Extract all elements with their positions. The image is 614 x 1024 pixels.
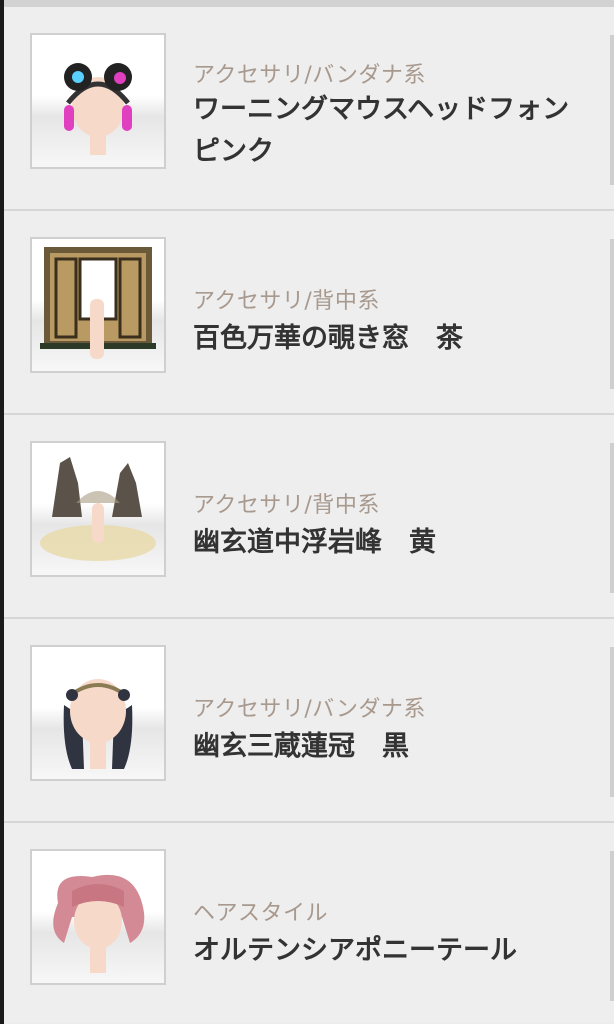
item-category: アクセサリ/バンダナ系 (193, 697, 426, 722)
item-name: 幽玄三蔵蓮冠 黒 (193, 731, 409, 762)
rock-peaks-icon (30, 441, 166, 577)
item-category: アクセサリ/背中系 (193, 493, 380, 518)
list-item[interactable]: ヘアスタイル オルテンシアポニーテール (4, 823, 614, 1023)
lotus-crown-icon (30, 645, 166, 781)
scroll-indicator (610, 443, 614, 593)
item-name: 幽玄道中浮岩峰 黄 (193, 527, 436, 558)
headphones-icon (30, 33, 166, 169)
scroll-indicator (610, 851, 614, 1001)
item-category: アクセサリ/バンダナ系 (193, 63, 426, 88)
list-item[interactable]: アクセサリ/バンダナ系 ワーニングマウスヘッドフォン ピンク (4, 7, 614, 211)
top-divider (0, 0, 614, 7)
item-category: アクセサリ/背中系 (193, 289, 380, 314)
item-list: アクセサリ/バンダナ系 ワーニングマウスヘッドフォン ピンク アクセサリ/背中系… (4, 7, 614, 1023)
scroll-indicator (610, 35, 614, 185)
list-item[interactable]: アクセサリ/背中系 幽玄道中浮岩峰 黄 (4, 415, 614, 619)
scroll-indicator (610, 239, 614, 389)
list-item[interactable]: アクセサリ/バンダナ系 幽玄三蔵蓮冠 黒 (4, 619, 614, 823)
item-name: ワーニングマウスヘッドフォン ピンク (193, 94, 597, 167)
window-screen-icon (30, 237, 166, 373)
list-item[interactable]: アクセサリ/背中系 百色万華の覗き窓 茶 (4, 211, 614, 415)
item-name: 百色万華の覗き窓 茶 (193, 323, 463, 354)
item-category: ヘアスタイル (193, 901, 329, 926)
scroll-indicator (610, 647, 614, 797)
ponytail-hair-icon (30, 849, 166, 985)
item-name: オルテンシアポニーテール (193, 935, 517, 966)
